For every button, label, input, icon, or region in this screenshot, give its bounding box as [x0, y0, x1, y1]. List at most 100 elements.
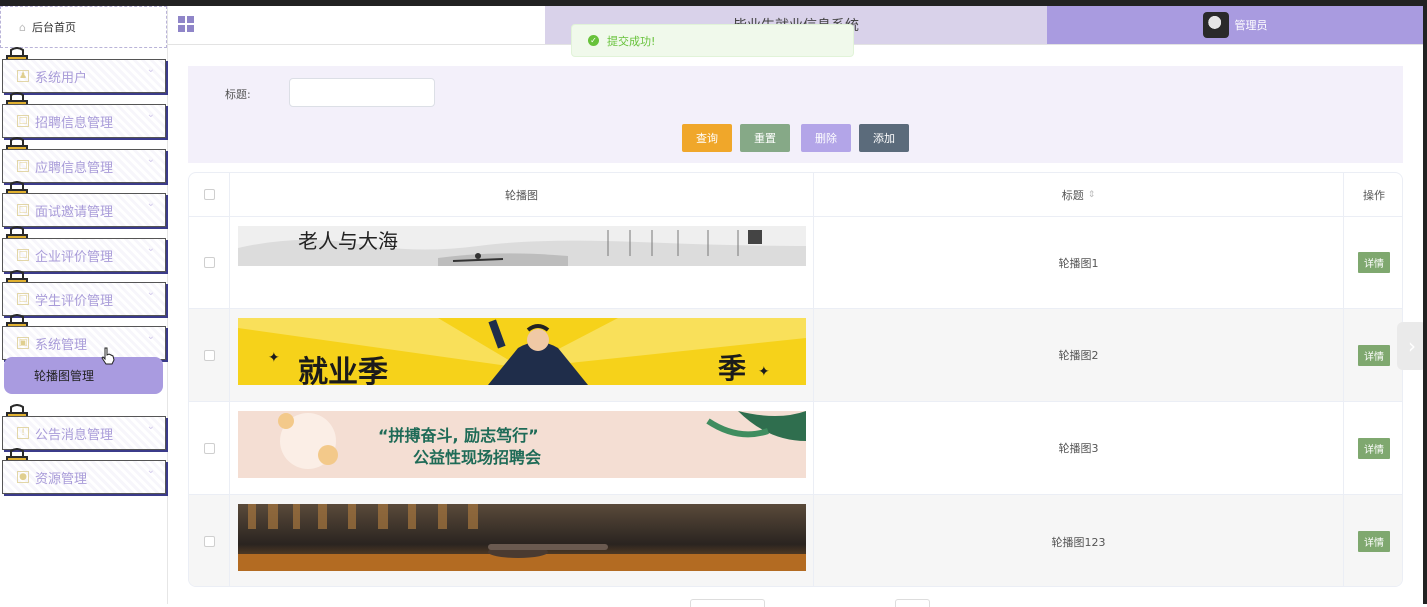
sidebar-subitem-carousel[interactable]: 轮播图管理	[4, 357, 163, 394]
row-action-cell: 详情	[1344, 495, 1402, 586]
table-row: 就业季 季 ✦ ✦ 轮播图2 详情	[189, 309, 1402, 402]
search-panel: 标题: 查询 重置 删除 添加	[188, 66, 1403, 163]
header-title[interactable]: 标题 ⇕	[814, 173, 1344, 216]
header-title-label: 标题	[1061, 188, 1084, 202]
sidebar-menu-item[interactable]: ● 资源管理 ⌄	[2, 460, 166, 494]
chevron-down-icon: ⌄	[146, 331, 155, 342]
chevron-down-icon: ⌄	[146, 109, 155, 120]
home-icon: ⌂	[19, 20, 26, 34]
table-row: 轮播图123 详情	[189, 495, 1402, 586]
sidebar-subitem-label: 轮播图管理	[34, 369, 95, 383]
detail-button[interactable]: 详情	[1358, 252, 1390, 273]
chevron-down-icon: ⌄	[146, 198, 155, 209]
sidebar-menu-item[interactable]: □ 应聘信息管理 ⌄	[2, 149, 166, 183]
detail-button[interactable]: 详情	[1358, 531, 1390, 552]
reset-button[interactable]: 重置	[740, 124, 790, 152]
sidebar-item-label: 应聘信息管理	[35, 160, 114, 176]
sidebar-menu-item[interactable]: ▣ 系统管理 ⌄	[2, 326, 166, 360]
sort-icon[interactable]: ⇕	[1088, 190, 1096, 200]
svg-text:✦: ✦	[268, 350, 280, 366]
row-checkbox-cell	[189, 402, 230, 494]
sidebar-item-label: 企业评价管理	[35, 249, 114, 265]
row-checkbox[interactable]	[203, 442, 215, 454]
delete-button[interactable]: 删除	[801, 124, 851, 152]
row-image-cell: 老人与大海	[230, 217, 814, 308]
banner-text-2: 就业季	[298, 355, 388, 385]
menu-grid-icon[interactable]	[178, 16, 194, 32]
title-filter-label: 标题:	[225, 88, 251, 101]
title-filter-input[interactable]	[289, 78, 435, 107]
row-checkbox-cell	[189, 495, 230, 586]
page-jump-input[interactable]	[895, 599, 930, 607]
chevron-down-icon: ⌄	[146, 421, 155, 432]
row-title: 轮播图1	[814, 217, 1344, 308]
detail-button[interactable]: 详情	[1358, 344, 1390, 366]
sidebar-menu-item[interactable]: □ 学生评价管理 ⌄	[2, 282, 166, 316]
user-name: 管理员	[1234, 19, 1268, 32]
sidebar-menu-item[interactable]: □ 企业评价管理 ⌄	[2, 238, 166, 272]
user-info[interactable]: 管理员	[1047, 6, 1423, 44]
row-checkbox-cell	[189, 217, 230, 308]
row-action-cell: 详情	[1344, 309, 1402, 401]
sidebar-item-home[interactable]: ⌂ 后台首页	[0, 6, 167, 48]
doc-icon: □	[17, 160, 29, 172]
row-checkbox[interactable]	[203, 536, 215, 547]
row-image-cell: “拼搏奋斗, 励志笃行” 公益性现场招聘会	[230, 402, 814, 494]
user-icon: ♟	[17, 70, 29, 82]
row-checkbox-cell	[189, 309, 230, 401]
carousel-image-2: 就业季 季 ✦ ✦	[238, 318, 806, 385]
chevron-down-icon: ⌄	[146, 243, 155, 254]
settings-icon: ▣	[17, 337, 29, 349]
doc-icon: □	[17, 249, 29, 261]
row-title: 轮播图123	[814, 495, 1344, 586]
row-checkbox[interactable]	[203, 349, 215, 361]
select-all-checkbox[interactable]	[203, 189, 215, 200]
chevron-down-icon: ⌄	[146, 465, 155, 476]
row-title: 轮播图2	[814, 309, 1344, 401]
row-title: 轮播图3	[814, 402, 1344, 494]
banner-text-3b: 公益性现场招聘会	[413, 448, 541, 467]
doc-icon: □	[17, 293, 29, 305]
sidebar-menu-item[interactable]: ♟ 系统用户 ⌄	[2, 59, 166, 93]
row-checkbox[interactable]	[203, 257, 215, 268]
sidebar-item-label: 资源管理	[35, 471, 88, 487]
banner-text-3a: “拼搏奋斗, 励志笃行”	[378, 426, 539, 445]
row-image-cell	[230, 495, 814, 586]
hand-cursor-icon	[101, 347, 115, 365]
header-action: 操作	[1363, 188, 1385, 202]
sidebar-item-label: 系统管理	[35, 337, 88, 353]
header-checkbox-cell	[189, 173, 230, 216]
svg-text:✦: ✦	[758, 364, 770, 380]
page-size-select[interactable]	[690, 599, 765, 607]
sidebar-item-label: 系统用户	[35, 70, 88, 86]
sidebar-item-label: 后台首页	[31, 21, 76, 34]
chevron-down-icon: ⌄	[146, 287, 155, 298]
sidebar-item-label: 学生评价管理	[35, 293, 114, 309]
header-image: 轮播图	[230, 173, 814, 216]
sidebar-menu-item[interactable]: □ 招聘信息管理 ⌄	[2, 104, 166, 138]
toast-message: 提交成功!	[607, 34, 656, 48]
query-button[interactable]: 查询	[682, 124, 732, 152]
chevron-down-icon: ⌄	[146, 154, 155, 165]
sidebar-item-label: 面试邀请管理	[35, 204, 114, 220]
table-row: “拼搏奋斗, 励志笃行” 公益性现场招聘会 轮播图3 详情	[189, 402, 1402, 495]
doc-icon: □	[17, 204, 29, 216]
table-row: 老人与大海 轮播图1 详情	[189, 217, 1402, 309]
sidebar-menu-item[interactable]: ! 公告消息管理 ⌄	[2, 416, 166, 450]
carousel-image-3: “拼搏奋斗, 励志笃行” 公益性现场招聘会	[238, 411, 806, 478]
table-header-row: 轮播图 标题 ⇕ 操作	[189, 173, 1402, 217]
avatar	[1202, 12, 1229, 38]
carousel-image-4	[238, 504, 806, 571]
check-circle-icon: ✓	[588, 35, 599, 46]
doc-icon: □	[17, 115, 29, 127]
sidebar-item-label: 招聘信息管理	[35, 115, 114, 131]
detail-button[interactable]: 详情	[1358, 437, 1390, 459]
svg-text:季: 季	[718, 352, 746, 385]
row-action-cell: 详情	[1344, 402, 1402, 494]
window-right-edge	[1423, 0, 1427, 604]
info-icon: !	[17, 427, 29, 439]
sidebar-menu-item[interactable]: □ 面试邀请管理 ⌄	[2, 193, 166, 227]
sidebar-item-label: 公告消息管理	[35, 427, 114, 443]
add-button[interactable]: 添加	[859, 124, 909, 152]
success-toast: ✓ 提交成功!	[571, 24, 854, 57]
